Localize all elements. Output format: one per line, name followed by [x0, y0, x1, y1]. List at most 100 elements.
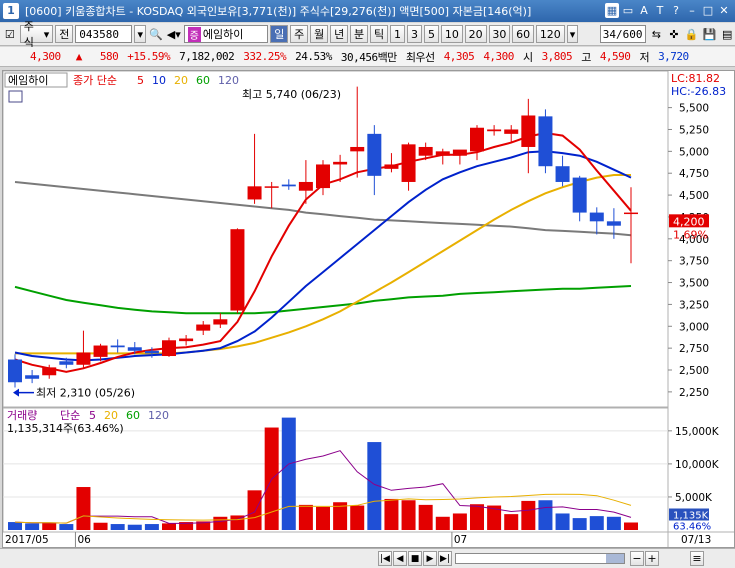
maximize-icon[interactable]: □ — [701, 3, 715, 18]
nav-last-button[interactable]: ▶| — [438, 551, 452, 566]
main-legend-period: 10 — [152, 74, 166, 87]
market-select[interactable]: 주식 ▾ — [19, 20, 54, 49]
current-price-tag: 4,200 1.69% — [669, 214, 709, 241]
horizontal-scrollbar[interactable] — [455, 553, 625, 564]
font-icon[interactable]: A — [637, 3, 651, 18]
window-title: [0600] 키움종합차트 - KOSDAQ 외국인보유[3,771(천)] 주… — [25, 5, 532, 18]
best-bid: 4,300 — [483, 50, 514, 63]
settings-checkbox-icon[interactable]: ☑ — [2, 25, 18, 43]
high-annotation: 최고 5,740 (06/23) — [242, 88, 341, 101]
zoom-out-button[interactable]: − — [630, 551, 644, 566]
chart-area[interactable]: 5,5005,2505,0004,7504,5004,2504,0003,750… — [2, 70, 735, 548]
volume-axis-ticks: 15,000K 10,000K 5,000K — [668, 426, 720, 504]
interval-5[interactable]: 5 — [424, 25, 439, 43]
close-icon[interactable]: ✕ — [717, 3, 731, 18]
volume-legend-period: 120 — [148, 409, 169, 422]
low-annotation: 최저 2,310 (05/26) — [36, 387, 135, 400]
link-icon[interactable]: ▦ — [605, 3, 619, 18]
best-order-label: 최우선 — [405, 50, 435, 64]
trade-amount: 30,456백만 — [340, 50, 397, 64]
interval-3[interactable]: 3 — [407, 25, 422, 43]
price-tick-label: 5,000 — [679, 146, 709, 158]
volume-bar — [59, 524, 74, 530]
interval-20[interactable]: 20 — [464, 25, 487, 43]
search-icon[interactable]: 🔍 — [148, 25, 164, 43]
price-change-pct: +15.59% — [127, 50, 171, 63]
stock-market-tag: 증 — [187, 26, 201, 42]
interval-60[interactable]: 60 — [512, 25, 534, 43]
nav-prev-button[interactable]: ◀ — [393, 551, 407, 566]
up-triangle-icon: ▲ — [75, 50, 83, 63]
lock-icon[interactable]: 🔒 — [684, 25, 700, 43]
candle-body — [572, 177, 587, 213]
volume-bar — [127, 524, 142, 530]
volume-legend-ma-label: 단순 — [60, 409, 80, 422]
save-icon[interactable]: 💾 — [702, 25, 718, 43]
split-icon[interactable]: ⇆ — [648, 25, 664, 43]
help-icon[interactable]: ? — [669, 3, 683, 18]
chart-type-icon[interactable]: ≡ — [690, 551, 704, 566]
candle-body — [555, 166, 570, 182]
chart-canvas[interactable]: 5,5005,2505,0004,7504,5004,2504,0003,750… — [2, 70, 734, 547]
scrollbar-thumb[interactable] — [606, 554, 624, 563]
volume-bar — [538, 500, 553, 530]
volume-bar — [401, 500, 416, 530]
price-tick-label: 2,500 — [679, 365, 709, 377]
candle-body — [606, 221, 621, 226]
code-dropdown-button[interactable]: ▾ — [134, 25, 147, 43]
period-month[interactable]: 월 — [310, 25, 329, 43]
price-tick-label: 3,500 — [679, 278, 709, 290]
grid-icon[interactable]: ▤ — [719, 25, 735, 43]
period-day[interactable]: 일 — [270, 25, 289, 43]
hc-label: HC:-26.83 — [671, 85, 726, 98]
candle-body — [59, 361, 74, 365]
volume-bar — [281, 417, 296, 530]
title-bar-controls: ▦ ▭ A T ? – □ ✕ — [605, 3, 731, 18]
nav-stop-button[interactable]: ■ — [408, 551, 422, 566]
volume-bar — [504, 514, 519, 530]
minimize-icon[interactable]: – — [685, 3, 699, 18]
interval-10[interactable]: 10 — [441, 25, 463, 43]
candle-body — [435, 151, 450, 156]
stock-name-field[interactable]: 증 에임하이 — [183, 25, 269, 43]
volume-bar — [555, 513, 570, 530]
interval-1[interactable]: 1 — [390, 25, 405, 43]
page-count-field[interactable]: 34/600 — [600, 25, 647, 43]
volume-bar — [162, 523, 176, 530]
zoom-in-button[interactable]: + — [645, 551, 659, 566]
candle-body — [470, 127, 484, 152]
candle-body — [179, 338, 194, 342]
low-label: 저 — [639, 50, 650, 64]
candle-body — [230, 229, 245, 311]
restore-icon[interactable]: ▭ — [621, 3, 635, 18]
candle-body — [624, 212, 638, 215]
nav-next-button[interactable]: ▶ — [423, 551, 437, 566]
stock-code-input[interactable]: 043580 — [75, 25, 133, 43]
open-price: 3,805 — [541, 50, 573, 63]
price-axis-ticks: 5,5005,2505,0004,7504,5004,2504,0003,750… — [668, 103, 709, 399]
interval-30[interactable]: 30 — [488, 25, 511, 43]
speaker-icon[interactable]: ◀▾ — [166, 25, 182, 43]
candle-body — [401, 144, 416, 182]
window-number-badge[interactable]: 1 — [3, 3, 19, 19]
text-icon[interactable]: T — [653, 3, 667, 18]
current-price: 4,300 ▲ — [30, 50, 91, 63]
price-tick-label: 2,750 — [679, 343, 709, 355]
price-tick-label: 5,500 — [679, 103, 709, 115]
period-minute[interactable]: 분 — [350, 25, 369, 43]
crosshair-icon[interactable]: ✜ — [666, 25, 682, 43]
nav-first-button[interactable]: |◀ — [378, 551, 392, 566]
period-year[interactable]: 년 — [330, 25, 349, 43]
candle-body — [281, 184, 296, 187]
volume-legend-period: 20 — [104, 409, 118, 422]
volume-bar — [572, 518, 587, 530]
period-week[interactable]: 주 — [290, 25, 309, 43]
period-tick[interactable]: 틱 — [370, 25, 388, 43]
volume-bar — [42, 522, 57, 530]
interval-dropdown-button[interactable]: ▾ — [566, 25, 579, 43]
interval-120[interactable]: 120 — [536, 25, 565, 43]
low-price: 3,720 — [658, 50, 689, 63]
candle-body — [418, 146, 433, 156]
current-pct-text: 1.69% — [673, 228, 708, 241]
prev-button[interactable]: 전 — [55, 25, 74, 43]
